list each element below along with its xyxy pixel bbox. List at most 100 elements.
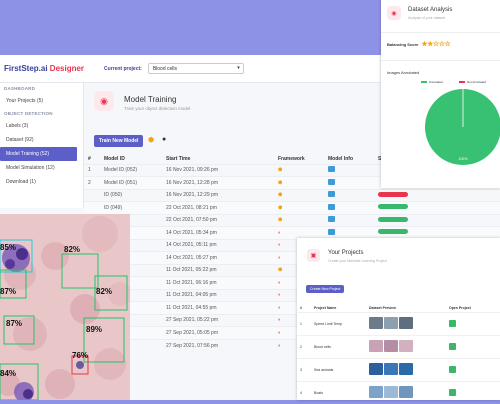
pytorch-filter-icon[interactable]: ●	[162, 136, 166, 143]
open-project-button[interactable]	[449, 365, 456, 373]
detection-confidence-label: 76%	[72, 351, 88, 360]
tensorflow-filter-icon[interactable]: ⬢	[148, 136, 154, 144]
your-projects-card: ▣ Your Projects Create your Machine Lear…	[297, 238, 500, 404]
table-row[interactable]: ID (050) 16 Nov 2021, 12:29 pm ⬢	[84, 188, 500, 202]
col-model-info: Model Info	[328, 156, 353, 163]
sidebar-item-your-projects[interactable]: Your Projects (5)	[0, 94, 83, 108]
sidebar-item-labels[interactable]: Labels (3)	[0, 119, 83, 133]
dataset-thumbnail	[369, 340, 383, 352]
dataset-thumbnail	[369, 317, 383, 329]
chevron-down-icon: ▾	[237, 65, 240, 71]
brand-name: FirstStep.ai	[4, 64, 50, 73]
model-info-icon[interactable]	[328, 216, 335, 223]
project-row[interactable]: 2 Blood cells	[297, 334, 500, 358]
model-info-icon[interactable]	[328, 191, 335, 198]
divider	[381, 32, 500, 33]
pytorch-icon: ◐	[278, 317, 282, 324]
train-new-model-button[interactable]: Train New Model	[94, 135, 144, 147]
brand-accent: Designer	[49, 64, 85, 73]
images-annotated-pie: 100%	[425, 89, 500, 165]
table-row[interactable]: ID (048)22 Oct 2021, 07:50 pm⬢	[84, 213, 500, 227]
projects-header-row: # Project Name Dataset Preview Open Proj…	[297, 304, 500, 312]
create-new-project-button[interactable]: Create New Project	[306, 285, 345, 293]
project-name: Blood cells	[311, 334, 366, 358]
status	[374, 188, 424, 202]
project-name: Boats	[311, 380, 366, 404]
model-info-icon[interactable]	[328, 178, 335, 185]
sidebar-item-model-training[interactable]: Model Training (52)	[0, 147, 77, 161]
projects-icon: ▣	[307, 249, 320, 262]
tensorflow-icon: ⬢	[278, 267, 283, 274]
detection-confidence-label: 85%	[0, 243, 16, 252]
model-info-icon[interactable]	[328, 166, 335, 173]
page-subtitle: Train your object detection model	[124, 106, 191, 111]
balancing-score-label: Balancing Score	[387, 41, 419, 47]
balancing-score: Balancing Score ★★☆☆☆	[387, 40, 451, 48]
model-info-icon[interactable]	[328, 203, 335, 210]
current-project-select[interactable]: Blood cells ▾	[147, 63, 244, 74]
brand-logo[interactable]: FirstStep.ai Designer	[4, 64, 84, 73]
dataset-preview	[366, 380, 446, 404]
current-project-label: Current project:	[104, 65, 142, 72]
open-project-button[interactable]	[449, 388, 456, 396]
start-time: 27 Sep 2021, 05:05 pm	[162, 326, 274, 339]
table-row[interactable]: ID (049) 22 Oct 2021, 08:21 pm ⬢	[84, 201, 500, 214]
status-badge-completed	[378, 229, 408, 235]
sidebar-item-download[interactable]: Download (1)	[0, 175, 83, 189]
dataset-thumbnail	[399, 317, 413, 329]
sidebar-section-object-detection: OBJECT DETECTION	[4, 111, 53, 116]
start-time: 11 Oct 2021, 04:55 pm	[162, 301, 274, 314]
legend-annotated: Annotated	[421, 80, 443, 84]
sidebar-item-dataset[interactable]: Dataset (92)	[0, 133, 83, 147]
detection-confidence-label: 82%	[64, 245, 80, 254]
project-row[interactable]: 4 Boats	[297, 380, 500, 404]
pytorch-icon: ◐	[278, 254, 282, 261]
framework: ⬢	[274, 163, 324, 177]
start-time: 22 Oct 2021, 08:21 pm	[162, 201, 274, 214]
project-row[interactable]: 1 Speed Limit Temp	[297, 311, 500, 335]
pytorch-icon: ◐	[278, 342, 282, 349]
row-index	[84, 188, 100, 202]
model-info-icon[interactable]	[328, 228, 335, 235]
project-index: 1	[297, 311, 311, 335]
detection-confidence-label: 89%	[86, 325, 102, 334]
projects-title: Your Projects	[328, 250, 364, 256]
project-row[interactable]: 3 Sea animals	[297, 357, 500, 381]
model-info	[324, 213, 374, 227]
tensorflow-icon: ⬢	[278, 179, 283, 186]
dataset-thumbnail	[384, 363, 398, 375]
start-time: 16 Nov 2021, 12:29 pm	[162, 188, 274, 202]
open-project-button[interactable]	[449, 342, 456, 350]
blood-cells-detection-image: 85% 87% 82% 82% 87% 89% 84% 76%	[0, 214, 130, 400]
project-index: 3	[297, 357, 311, 381]
open-project	[446, 380, 500, 404]
pytorch-icon: ◐	[278, 329, 282, 336]
framework: ⬢	[274, 188, 324, 202]
col-open-project: Open Project	[449, 305, 471, 310]
col-index: #	[88, 156, 91, 163]
model-info	[324, 188, 374, 202]
detection-confidence-label: 87%	[0, 287, 16, 296]
dataset-thumbnail	[369, 363, 383, 375]
dataset-preview	[366, 357, 446, 381]
project-index: 4	[297, 380, 311, 404]
sidebar-item-model-simulation[interactable]: Model Simulation (12)	[0, 161, 83, 175]
start-time: 22 Oct 2021, 07:50 pm	[162, 213, 274, 227]
tensorflow-icon: ⬢	[278, 167, 283, 174]
sidebar: DASHBOARD Your Projects (5) OBJECT DETEC…	[0, 83, 84, 208]
images-annotated-label: Images Annotated	[387, 70, 420, 75]
status-badge-completed	[378, 216, 408, 222]
col-project-name: Project Name	[314, 305, 337, 310]
start-time: 11 Oct 2021, 04:05 pm	[162, 288, 274, 302]
pie-slice-annotated	[425, 89, 500, 165]
col-start-time: Start Time	[166, 156, 191, 163]
page-title: Model Training	[124, 95, 177, 104]
legend-swatch-annotated	[421, 81, 427, 83]
model-info	[324, 163, 374, 177]
model-training-icon: ◉	[94, 91, 114, 111]
dataset-thumbnail	[399, 386, 413, 399]
col-framework: Framework	[278, 156, 305, 163]
open-project	[446, 334, 500, 358]
open-project-button[interactable]	[449, 319, 456, 327]
detection-confidence-label: 87%	[6, 319, 22, 328]
